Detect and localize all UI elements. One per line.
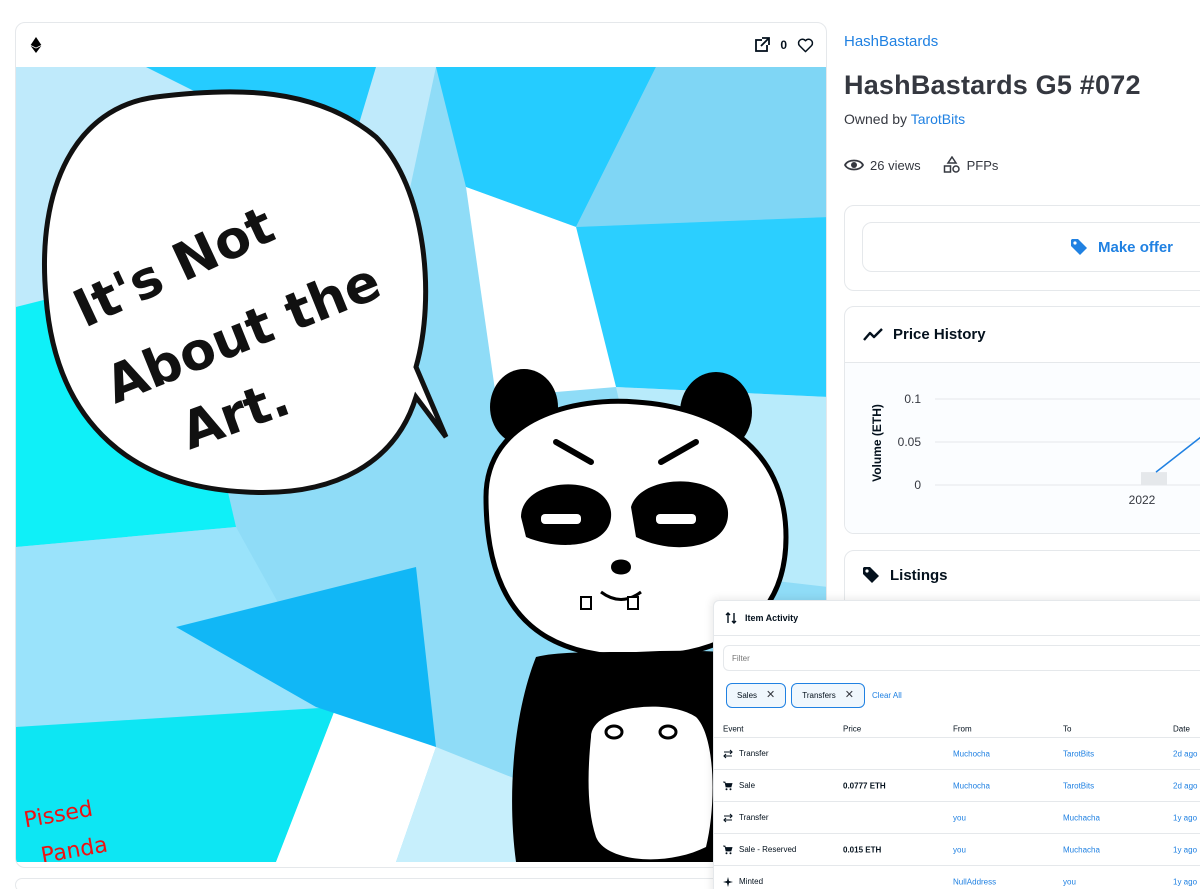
close-icon[interactable]: ✕ bbox=[845, 690, 854, 701]
tag-icon bbox=[863, 567, 879, 583]
event-label: Minted bbox=[739, 877, 764, 886]
transfer-icon bbox=[723, 749, 733, 758]
date-link[interactable]: 1y ago bbox=[1173, 845, 1197, 854]
col-price: Price bbox=[843, 724, 862, 734]
y-tick-label: 0 bbox=[914, 478, 921, 492]
table-row: Sale - Reserved 0.015 ETH you Muchacha 1… bbox=[714, 834, 1200, 866]
swap-vertical-icon bbox=[725, 612, 737, 624]
from-link[interactable]: Muchocha bbox=[953, 749, 990, 758]
views-count: 26 views bbox=[870, 157, 921, 173]
item-activity-header[interactable]: Item Activity bbox=[714, 601, 1200, 636]
clear-all-button[interactable]: Clear All bbox=[872, 691, 902, 700]
y-tick-label: 0.1 bbox=[904, 392, 921, 406]
event-cell: Minted bbox=[723, 876, 764, 887]
eye-icon bbox=[844, 159, 864, 171]
close-icon[interactable]: ✕ bbox=[766, 690, 775, 701]
col-date: Date bbox=[1173, 724, 1190, 734]
collection-link[interactable]: HashBastards bbox=[844, 33, 938, 50]
from-link[interactable]: you bbox=[953, 845, 966, 854]
date-link[interactable]: 1y ago bbox=[1173, 813, 1197, 822]
x-tick-label: 2022 bbox=[1129, 493, 1156, 507]
table-row: Transfer Muchocha TarotBits 2d ago bbox=[714, 738, 1200, 770]
table-row: Minted NullAddress you 1y ago bbox=[714, 866, 1200, 889]
cart-icon bbox=[723, 845, 733, 854]
from-link[interactable]: Muchocha bbox=[953, 781, 990, 790]
chart-marks bbox=[1141, 436, 1200, 485]
item-stats: 26 views PFPs bbox=[844, 156, 998, 174]
activity-table: Event Price From To Date Transfer Muchoc… bbox=[714, 721, 1200, 889]
item-activity-title: Item Activity bbox=[745, 613, 799, 623]
views-stat: 26 views bbox=[844, 158, 921, 173]
date-link[interactable]: 1y ago bbox=[1173, 877, 1197, 886]
open-external-icon[interactable] bbox=[754, 37, 771, 53]
to-link[interactable]: Muchacha bbox=[1063, 813, 1100, 822]
event-cell: Sale bbox=[723, 781, 755, 791]
y-tick-label: 0.05 bbox=[898, 435, 922, 449]
price-history-header[interactable]: Price History bbox=[845, 307, 1200, 363]
event-label: Transfer bbox=[739, 813, 769, 822]
trend-icon bbox=[863, 327, 883, 341]
price-cell: 0.015 ETH bbox=[843, 845, 882, 854]
to-link[interactable]: Muchacha bbox=[1063, 845, 1100, 854]
to-link[interactable]: you bbox=[1063, 877, 1076, 886]
price-history-panel: Price History Volume (ETH) 0.1 0.05 0 2022 bbox=[844, 306, 1200, 534]
date-link[interactable]: 2d ago bbox=[1173, 749, 1197, 758]
card-actions: 0 bbox=[754, 37, 814, 53]
chip-sales[interactable]: Sales ✕ bbox=[726, 683, 787, 708]
nft-image-card: 0 It's Not About the Art. Pissed Panda bbox=[15, 22, 827, 868]
event-cell: Transfer bbox=[723, 749, 769, 759]
make-offer-label: Make offer bbox=[1098, 238, 1174, 256]
tag-icon bbox=[1071, 239, 1087, 255]
from-link[interactable]: NullAddress bbox=[953, 877, 996, 886]
item-activity-panel: Item Activity Sales ✕ Transfers ✕ Clear … bbox=[713, 600, 1200, 889]
col-event: Event bbox=[723, 724, 744, 734]
category-label: PFPs bbox=[966, 157, 999, 173]
table-row: Transfer you Muchacha 1y ago bbox=[714, 802, 1200, 834]
volume-bar bbox=[1141, 472, 1167, 485]
chart-ylabel: Volume (ETH) bbox=[870, 404, 884, 482]
from-link[interactable]: you bbox=[953, 813, 966, 822]
make-offer-button[interactable]: Make offer bbox=[862, 222, 1200, 272]
ethereum-icon bbox=[30, 37, 42, 53]
price-line bbox=[1155, 436, 1200, 473]
table-header-row: Event Price From To Date bbox=[714, 721, 1200, 738]
filter-chips: Sales ✕ Transfers ✕ Clear All bbox=[726, 683, 902, 708]
nft-artwork: It's Not About the Art. Pissed Panda bbox=[16, 67, 826, 862]
owner-line: Owned by TarotBits bbox=[844, 111, 965, 127]
listings-title: Listings bbox=[890, 566, 948, 584]
event-cell: Sale - Reserved bbox=[723, 845, 796, 855]
favorite-count: 0 bbox=[780, 38, 787, 52]
col-to: To bbox=[1063, 724, 1072, 734]
event-label: Sale bbox=[739, 781, 756, 790]
chip-transfers[interactable]: Transfers ✕ bbox=[791, 683, 865, 708]
description-card-edge bbox=[15, 878, 827, 889]
transfer-icon bbox=[723, 813, 733, 822]
owner-link[interactable]: TarotBits bbox=[911, 111, 965, 127]
table-row: Sale 0.0777 ETH Muchocha TarotBits 2d ag… bbox=[714, 770, 1200, 802]
price-cell: 0.0777 ETH bbox=[843, 781, 886, 790]
event-label: Transfer bbox=[739, 749, 769, 758]
heart-icon[interactable] bbox=[797, 38, 814, 53]
activity-filter-input[interactable] bbox=[723, 645, 1200, 671]
item-title: HashBastards G5 #072 bbox=[844, 70, 1141, 100]
price-history-title: Price History bbox=[893, 326, 986, 343]
event-cell: Transfer bbox=[723, 813, 769, 823]
chip-sales-label: Sales bbox=[737, 691, 758, 700]
cart-icon bbox=[723, 781, 733, 790]
event-label: Sale - Reserved bbox=[739, 845, 797, 854]
price-history-chart: Volume (ETH) 0.1 0.05 0 2022 bbox=[845, 363, 1200, 533]
sparkle-icon bbox=[723, 876, 733, 887]
listings-header[interactable]: Listings bbox=[862, 566, 948, 584]
date-link[interactable]: 2d ago bbox=[1173, 781, 1197, 790]
card-toolbar: 0 bbox=[16, 23, 826, 67]
to-link[interactable]: TarotBits bbox=[1063, 781, 1094, 790]
chart-ticks: 0.1 0.05 0 2022 bbox=[898, 392, 1156, 507]
col-from: From bbox=[953, 724, 972, 734]
chip-transfers-label: Transfers bbox=[802, 691, 836, 700]
shapes-icon bbox=[943, 156, 960, 173]
to-link[interactable]: TarotBits bbox=[1063, 749, 1094, 758]
category-stat[interactable]: PFPs bbox=[943, 156, 999, 174]
owner-prefix: Owned by bbox=[844, 111, 908, 127]
